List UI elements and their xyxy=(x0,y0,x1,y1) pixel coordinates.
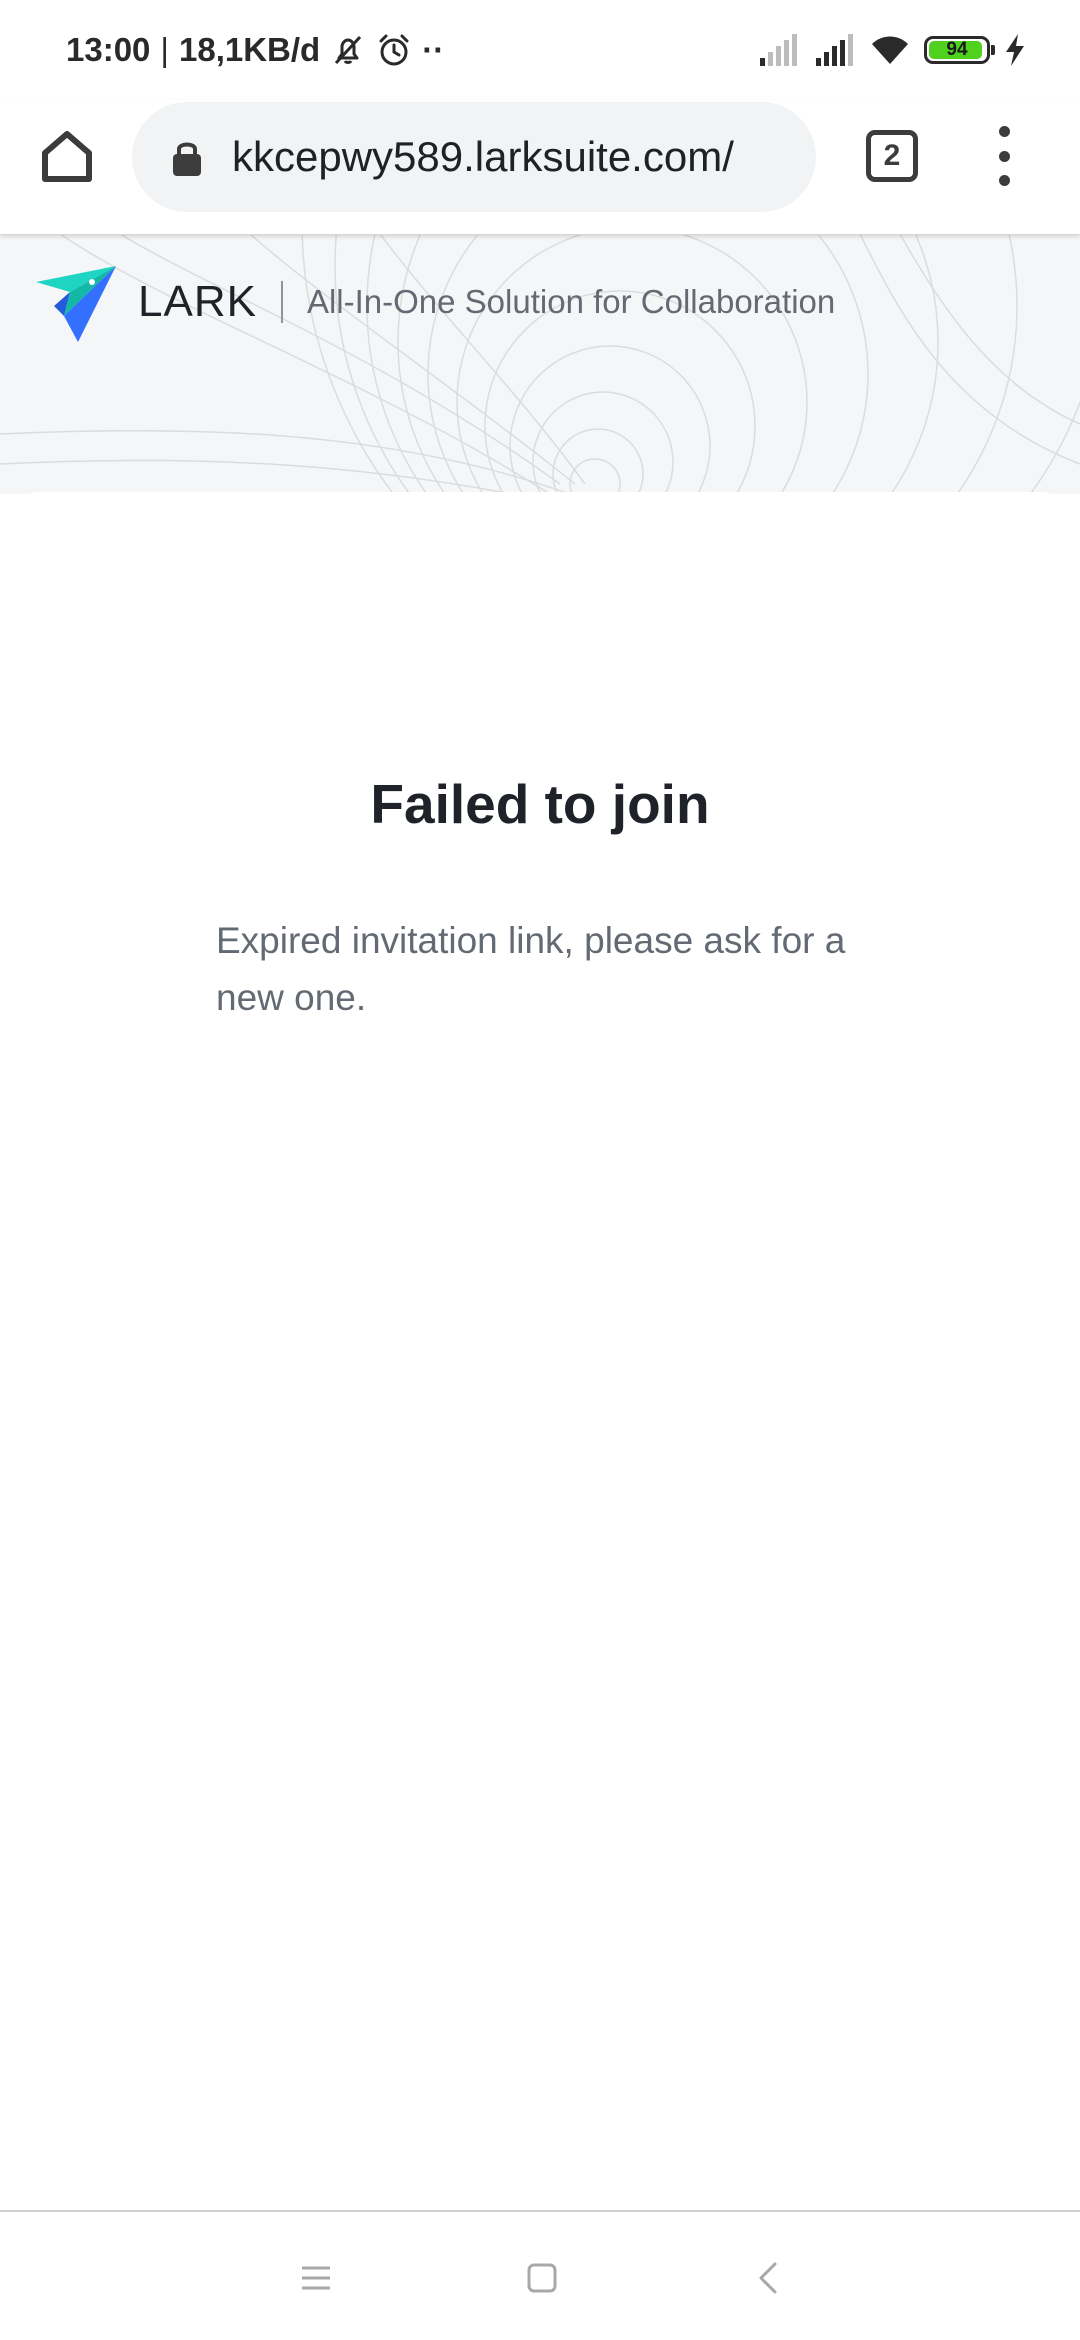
battery-tip xyxy=(991,45,995,55)
menu-dot xyxy=(998,150,1010,162)
charging-icon xyxy=(1004,34,1026,66)
brand-divider xyxy=(280,281,283,323)
recents-button[interactable] xyxy=(290,2252,342,2304)
status-left: 13:00 | 18,1KB/d ·· xyxy=(66,28,444,72)
brand-name: LARK xyxy=(138,277,257,326)
url-text: kkcepwy589.larksuite.com/ xyxy=(232,133,734,180)
status-data-rate: 18,1KB/d xyxy=(178,31,321,68)
menu-dot xyxy=(998,175,1010,186)
home-button[interactable] xyxy=(36,125,98,187)
lock-icon xyxy=(170,136,204,178)
wifi-icon xyxy=(870,34,910,66)
tab-count: 2 xyxy=(883,139,901,172)
browser-toolbar: kkcepwy589.larksuite.com/ 2 xyxy=(0,100,1080,235)
status-separator: | xyxy=(160,31,169,68)
brand-tagline: All-In-One Solution for Collaboration xyxy=(306,283,836,320)
content-card: Failed to join Expired invitation link, … xyxy=(0,492,1080,2210)
menu-dot xyxy=(998,126,1010,137)
signal-icon xyxy=(814,34,856,66)
mute-icon xyxy=(330,32,366,68)
signal-weak-icon xyxy=(758,34,800,66)
tabs-button[interactable]: 2 xyxy=(866,130,918,182)
home-nav-button[interactable] xyxy=(516,2252,568,2304)
brand: LARK All-In-One Solution for Collaborati… xyxy=(34,262,835,342)
battery-icon: 94 xyxy=(924,36,995,64)
lark-logo-icon xyxy=(36,266,116,342)
menu-icon xyxy=(302,2266,330,2290)
system-nav-bar xyxy=(0,2210,1080,2340)
battery-level: 94 xyxy=(946,39,968,60)
page-header: LARK All-In-One Solution for Collaborati… xyxy=(0,234,1080,494)
alarm-icon xyxy=(376,32,412,68)
status-time: 13:00 xyxy=(66,31,151,68)
status-bar: 13:00 | 18,1KB/d ·· 94 xyxy=(0,0,1080,100)
home-icon xyxy=(42,131,92,182)
error-title: Failed to join xyxy=(370,773,710,835)
screen: 13:00 | 18,1KB/d ·· 94 kkcepwy589.larksu… xyxy=(0,0,1080,2340)
status-overflow: ·· xyxy=(422,31,445,68)
url-bar[interactable]: kkcepwy589.larksuite.com/ xyxy=(132,102,816,212)
back-button[interactable] xyxy=(742,2252,794,2304)
home-square-icon xyxy=(527,2263,557,2293)
error-message: Expired invitation link, please ask for … xyxy=(216,920,846,1018)
status-right: 94 xyxy=(758,28,1026,72)
back-icon xyxy=(759,2262,777,2294)
more-vert-button[interactable] xyxy=(984,126,1024,186)
